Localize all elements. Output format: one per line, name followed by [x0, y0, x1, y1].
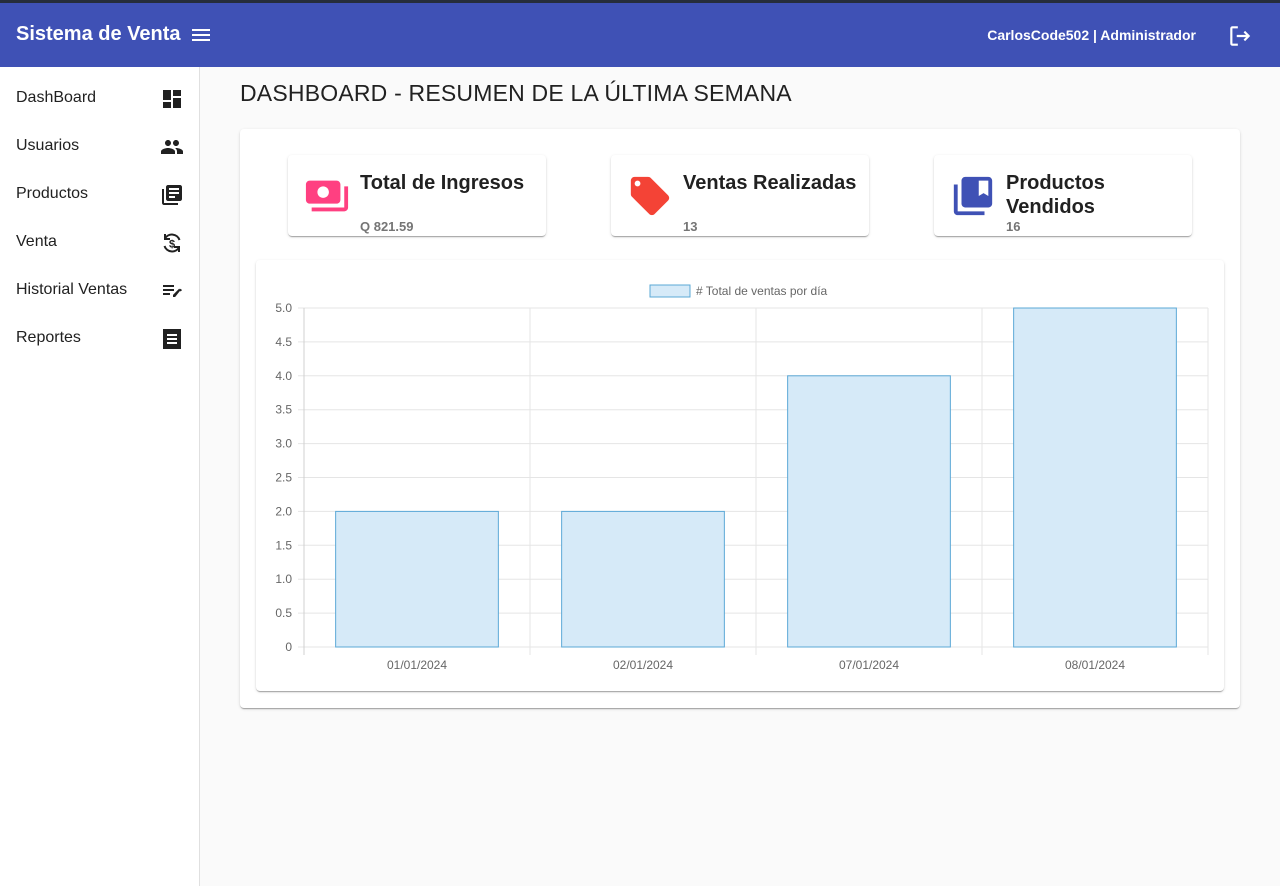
main-content: DASHBOARD - RESUMEN DE LA ÚLTIMA SEMANA …: [200, 67, 1280, 886]
svg-text:$: $: [169, 239, 175, 251]
sidebar-item-productos[interactable]: Productos: [0, 171, 199, 219]
sell-tag-icon: [627, 173, 673, 219]
x-axis-ticks: 01/01/2024 02/01/2024 07/01/2024 08/01/2024: [387, 658, 1125, 672]
stat-value: 16: [1006, 219, 1021, 234]
stat-value: Q 821.59: [360, 219, 414, 234]
dashboard-icon: [160, 87, 184, 111]
chart-legend: # Total de ventas por día: [649, 284, 828, 298]
sidebar-item-venta[interactable]: Venta $: [0, 219, 199, 267]
receipt-icon: [160, 327, 184, 351]
people-icon: [160, 135, 184, 159]
page-title: DASHBOARD - RESUMEN DE LA ÚLTIMA SEMANA: [240, 80, 792, 106]
sidebar: DashBoard Usuarios Productos Venta $ His…: [0, 67, 200, 886]
chart-bar[interactable]: [787, 375, 951, 648]
legend-label: # Total de ventas por día: [696, 284, 828, 298]
stat-title: Ventas Realizadas: [683, 172, 857, 194]
stat-card-productos: Productos Vendidos 16: [934, 155, 1192, 236]
sidebar-item-dashboard[interactable]: DashBoard: [0, 75, 199, 123]
currency-exchange-icon: $: [160, 231, 184, 255]
chart-bar[interactable]: [335, 510, 499, 648]
stat-title: Total de Ingresos: [360, 172, 525, 194]
y-tick-label: 4.5: [275, 335, 292, 349]
y-tick-label: 0.5: [275, 606, 292, 620]
stat-title: Productos Vendidos: [1006, 172, 1105, 218]
y-tick-label: 2.0: [275, 504, 292, 518]
stat-value: 13: [683, 219, 698, 234]
app-title: Sistema de Venta: [16, 23, 181, 45]
x-tick-label: 01/01/2024: [387, 658, 447, 672]
y-tick-label: 3.0: [275, 437, 292, 451]
stat-card-ingresos: Total de Ingresos Q 821.59: [288, 155, 546, 236]
collections-bookmark-icon: [950, 173, 996, 219]
stat-card-ventas: Ventas Realizadas 13: [611, 155, 869, 236]
payments-icon: [304, 173, 350, 219]
y-tick-label: 4.0: [275, 369, 292, 383]
chart-bar[interactable]: [561, 510, 725, 648]
sidebar-item-label: Venta: [16, 233, 57, 250]
sales-chart-card: 0 0.5 1.0 1.5 2.0 2.5 3.0 3.5 4.0 4.5 5.0 01/01/20…: [256, 260, 1224, 691]
y-tick-label: 5.0: [275, 301, 292, 315]
chart-bar[interactable]: [1013, 307, 1177, 648]
sidebar-item-reportes[interactable]: Reportes: [0, 315, 199, 363]
sidebar-item-historial-ventas[interactable]: Historial Ventas: [0, 267, 199, 315]
user-info: CarlosCode502 | Administrador: [987, 27, 1196, 43]
sidebar-item-label: DashBoard: [16, 89, 97, 106]
y-tick-label: 1.5: [275, 538, 292, 552]
top-toolbar: Sistema de Venta CarlosCode502 | Adminis…: [0, 3, 1280, 67]
sidebar-item-label: Reportes: [16, 329, 81, 346]
dashboard-card: Total de Ingresos Q 821.59 Ventas Realiz…: [240, 129, 1240, 708]
x-tick-label: 08/01/2024: [1065, 658, 1125, 672]
sidebar-item-usuarios[interactable]: Usuarios: [0, 123, 199, 171]
sidebar-item-label: Productos: [16, 185, 89, 202]
x-tick-label: 02/01/2024: [613, 658, 673, 672]
menu-icon[interactable]: [189, 23, 213, 47]
sidebar-item-label: Historial Ventas: [16, 281, 128, 298]
x-tick-label: 07/01/2024: [839, 658, 899, 672]
edit-note-icon: [160, 279, 184, 303]
library-books-icon: [160, 183, 184, 207]
y-axis-ticks: 0 0.5 1.0 1.5 2.0 2.5 3.0 3.5 4.0 4.5 5.0: [275, 301, 292, 654]
sales-bar-chart: 0 0.5 1.0 1.5 2.0 2.5 3.0 3.5 4.0 4.5 5.0 01/01/20…: [275, 284, 1209, 672]
logout-icon[interactable]: [1227, 23, 1253, 49]
legend-swatch[interactable]: [649, 284, 691, 298]
y-tick-label: 3.5: [275, 403, 292, 417]
y-tick-label: 1.0: [275, 572, 292, 586]
y-tick-label: 0: [285, 640, 292, 654]
sidebar-item-label: Usuarios: [16, 137, 80, 154]
y-tick-label: 2.5: [275, 471, 292, 485]
